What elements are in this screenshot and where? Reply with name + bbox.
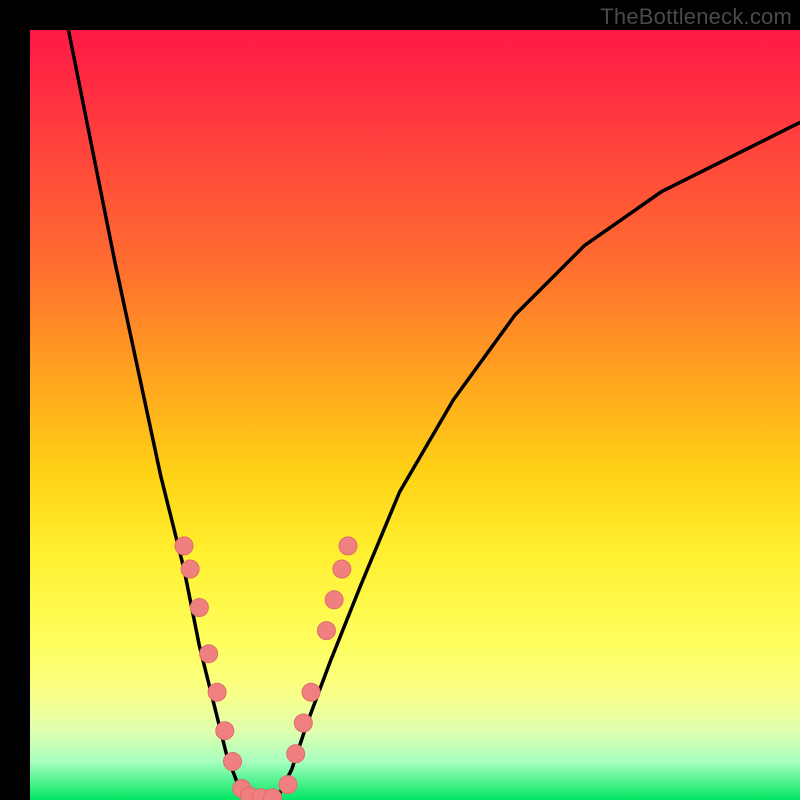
data-point [216, 722, 234, 740]
curve-group [69, 30, 800, 800]
watermark-text: TheBottleneck.com [600, 4, 792, 30]
data-point [175, 537, 193, 555]
chart-frame: TheBottleneck.com [0, 0, 800, 800]
curve-layer [30, 30, 800, 800]
data-point [190, 599, 208, 617]
marker-group [175, 537, 357, 800]
data-point [317, 622, 335, 640]
data-point [208, 683, 226, 701]
data-point [224, 753, 242, 771]
data-point [181, 560, 199, 578]
data-point [279, 776, 297, 794]
data-point [200, 645, 218, 663]
data-point [325, 591, 343, 609]
data-point [339, 537, 357, 555]
series-right-curve [276, 122, 800, 800]
plot-area [30, 30, 800, 800]
data-point [294, 714, 312, 732]
data-point [333, 560, 351, 578]
data-point [302, 683, 320, 701]
data-point [287, 745, 305, 763]
